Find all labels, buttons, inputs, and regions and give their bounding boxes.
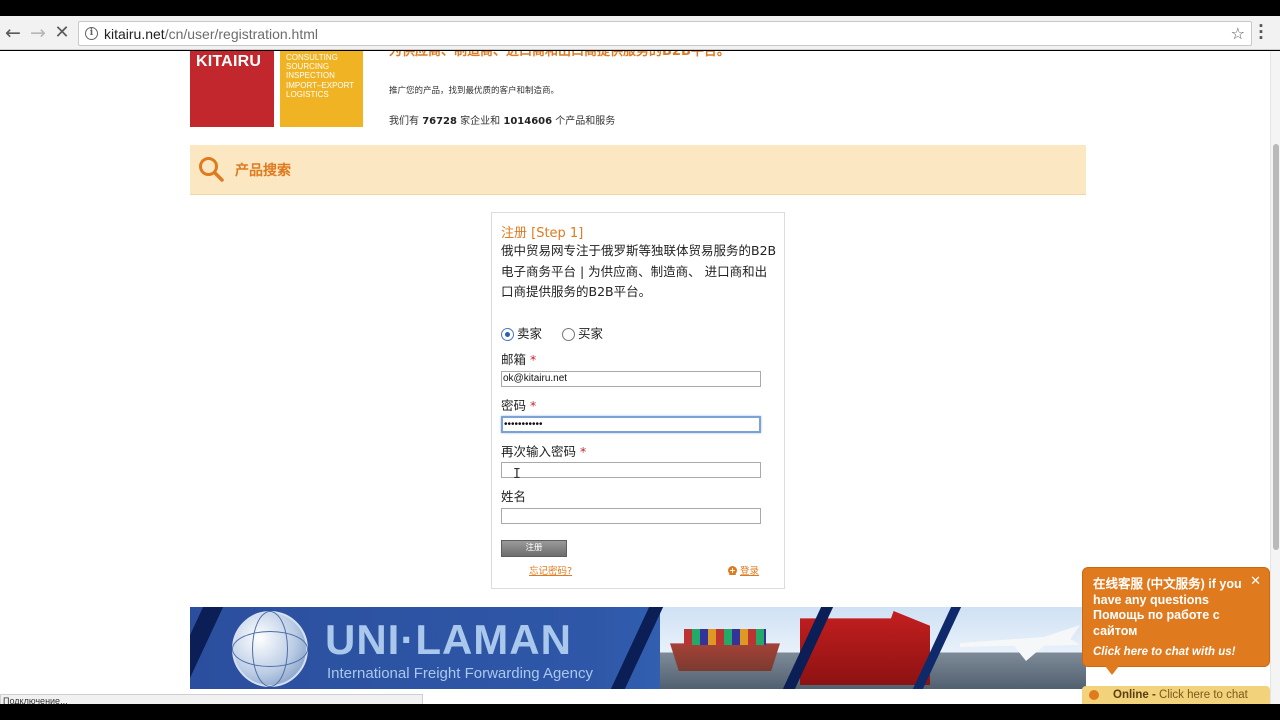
name-field[interactable]	[501, 508, 761, 524]
forgot-password-link[interactable]: 忘记密码?	[529, 563, 572, 577]
browser-toolbar: ← → ✕ i kitairu.net/cn/user/registration…	[0, 16, 1280, 50]
registration-form: 注册 [Step 1] 俄中贸易网专注于俄罗斯等独联体贸易服务的B2B电子商务平…	[491, 212, 785, 589]
scrollbar-thumb[interactable]	[1273, 144, 1279, 550]
close-icon[interactable]: ✕	[1250, 574, 1261, 589]
online-status-icon	[1089, 690, 1099, 700]
airplane-image	[960, 625, 1080, 661]
back-arrow-icon[interactable]: ←	[2, 22, 24, 44]
services-list: CONSULTING SOURCING INSPECTION IMPORT–EX…	[286, 53, 354, 99]
site-info-icon[interactable]: i	[85, 27, 98, 40]
service-item: CONSULTING	[286, 53, 338, 62]
service-item: SOURCING	[286, 62, 330, 72]
chat-online-tab[interactable]: Online - Click here to chat	[1082, 686, 1270, 704]
password-label-text: 密码	[501, 398, 527, 413]
name-label: 姓名	[501, 489, 527, 504]
site-logo[interactable]: KITAIRU	[190, 51, 274, 127]
company-count: 76728	[422, 116, 457, 127]
bottom-strip	[0, 704, 1280, 720]
form-description: 俄中贸易网专注于俄罗斯等独联体贸易服务的B2B电子商务平台 | 为供应商、制造商…	[501, 243, 777, 299]
form-title: 注册 [Step 1]	[501, 226, 584, 241]
confirm-label-text: 再次输入密码	[501, 444, 577, 459]
chat-message[interactable]: 在线客服 (中文服务) if you have any questions По…	[1093, 577, 1253, 639]
chat-bubble-tail	[1105, 666, 1119, 675]
page-viewport: KITAIRU CONSULTING SOURCING INSPECTION I…	[0, 51, 1270, 704]
role-selector: 卖家 买家	[501, 323, 623, 342]
online-cta[interactable]: Click here to chat	[1159, 689, 1248, 701]
service-item: IMPORT–EXPORT	[286, 80, 355, 90]
stats-mid: 家企业和	[460, 116, 501, 127]
site-tagline: 为供应商、制造商、进口商和出口商提供服务的B2B平台。	[389, 51, 730, 59]
browser-menu-icon[interactable]: · · ·	[1258, 19, 1264, 46]
containers-image	[684, 629, 766, 645]
login-link[interactable]: + 登录	[728, 563, 759, 577]
services-block: CONSULTING SOURCING INSPECTION IMPORT–EX…	[280, 51, 363, 127]
top-strip	[0, 0, 1280, 16]
email-label: 邮箱 *	[501, 349, 536, 368]
confirm-password-field[interactable]	[501, 462, 761, 478]
banner-subtitle: International Freight Forwarding Agency	[327, 665, 593, 682]
required-mark: *	[530, 352, 537, 367]
stop-loading-icon[interactable]: ✕	[51, 22, 73, 44]
chat-cta-link[interactable]: Click here to chat with us!	[1093, 646, 1236, 658]
address-bar[interactable]: i kitairu.net/cn/user/registration.html …	[78, 21, 1252, 46]
login-label[interactable]: 登录	[740, 563, 759, 577]
required-mark: *	[530, 398, 537, 413]
seller-label[interactable]: 卖家	[517, 323, 542, 342]
product-count: 1014606	[503, 116, 553, 127]
buyer-radio[interactable]	[562, 327, 576, 341]
globe-parallel	[232, 631, 308, 667]
page-scrollbar[interactable]	[1270, 51, 1280, 704]
stats-suffix: 个产品和服务	[555, 116, 616, 127]
email-field[interactable]: ok@kitairu.net	[501, 371, 761, 387]
password-label: 密码 *	[501, 395, 536, 414]
globe-icon	[232, 611, 308, 687]
seller-radio[interactable]	[501, 327, 514, 341]
url-path: /cn/user/registration.html	[164, 26, 318, 42]
product-search-bar[interactable]: 产品搜索	[190, 145, 1086, 195]
service-item: INSPECTION	[286, 71, 335, 81]
site-stats: 我们有 76728 家企业和 1014606 个产品和服务	[389, 112, 615, 127]
banner-transport-image	[660, 607, 1086, 689]
plus-circle-icon: +	[728, 565, 737, 575]
online-label[interactable]: Online -	[1113, 689, 1156, 701]
email-label-text: 邮箱	[501, 352, 527, 367]
banner-stripe	[610, 607, 664, 689]
chat-invite-bubble[interactable]: 在线客服 (中文服务) if you have any questions По…	[1082, 567, 1270, 667]
forward-arrow-icon[interactable]: →	[27, 22, 49, 44]
text-cursor-icon: I	[513, 467, 521, 482]
banner-stripe	[190, 607, 224, 689]
search-label[interactable]: 产品搜索	[235, 160, 291, 180]
url-host: kitairu.net	[104, 26, 165, 42]
search-icon[interactable]	[198, 156, 224, 182]
password-field[interactable]: •••••••••••	[501, 416, 761, 433]
buyer-label[interactable]: 买家	[578, 323, 603, 342]
register-button[interactable]: 注册	[501, 540, 567, 557]
confirm-password-label: 再次输入密码 *	[501, 441, 586, 460]
url-text[interactable]: kitairu.net/cn/user/registration.html	[104, 26, 318, 42]
site-subline: 推广您的产品，找到最优质的客户和制造商。	[389, 86, 560, 96]
logo-text: KITAIRU	[196, 53, 262, 70]
banner-title: UNI·LAMAN	[325, 616, 572, 663]
bookmark-star-icon[interactable]: ☆	[1231, 24, 1245, 43]
required-mark: *	[580, 444, 587, 459]
freight-banner-ad[interactable]: UNI·LAMAN International Freight Forwardi…	[190, 607, 1086, 689]
stats-prefix: 我们有	[389, 116, 419, 127]
service-item: LOGISTICS	[286, 89, 329, 99]
